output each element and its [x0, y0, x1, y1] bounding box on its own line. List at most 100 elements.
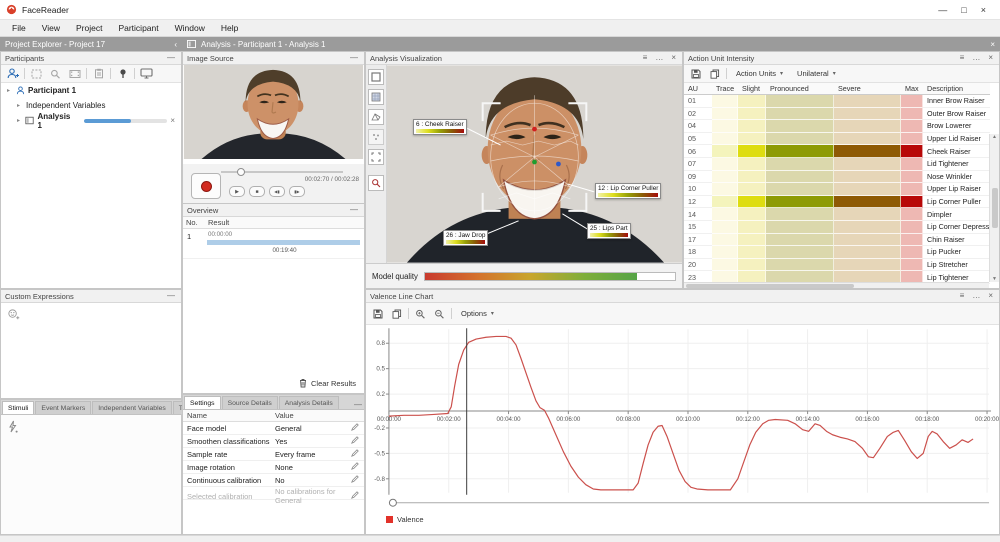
visualization-canvas[interactable]: 6 : Cheek Raiser 12 : Lip Corner Puller …: [387, 65, 682, 263]
step-back-button[interactable]: ◀▮: [269, 186, 285, 197]
window-close-button[interactable]: ×: [981, 5, 986, 15]
overview-minimize-button[interactable]: —: [348, 206, 360, 214]
annotation-jaw-drop[interactable]: 26 : Jaw Drop: [443, 230, 488, 246]
menu-item-window[interactable]: Window: [167, 21, 213, 35]
settings-row-2[interactable]: Sample rateEvery frame: [183, 448, 364, 461]
au-row-06[interactable]: 06Cheek Raiser: [684, 145, 990, 158]
mesh-view-button[interactable]: [368, 109, 384, 125]
find-participant-button[interactable]: [48, 67, 63, 81]
settings-row-0[interactable]: Face modelGeneral: [183, 422, 364, 435]
stop-button[interactable]: ■: [249, 186, 265, 197]
au-row-18[interactable]: 18Lip Pucker: [684, 246, 990, 259]
setting-edit[interactable]: [351, 436, 364, 446]
participants-minimize-button[interactable]: —: [165, 54, 177, 62]
unilateral-dropdown[interactable]: Unilateral▾: [792, 68, 841, 79]
annotation-lip-corner-puller[interactable]: 12 : Lip Corner Puller: [595, 183, 661, 199]
setting-edit[interactable]: [351, 449, 364, 459]
menu-item-help[interactable]: Help: [213, 21, 246, 35]
add-participant-button[interactable]: [5, 67, 20, 81]
au-vertical-scrollbar[interactable]: ▲ ▼: [989, 134, 999, 282]
window-minimize-button[interactable]: —: [938, 5, 947, 15]
video-source-button[interactable]: [67, 67, 82, 81]
tree-item-participant[interactable]: ▸ Participant 1: [1, 83, 181, 98]
scroll-thumb[interactable]: [992, 188, 998, 228]
overview-result-row[interactable]: 1 00:00:00 00:19:40: [183, 229, 364, 259]
image-source-minimize-button[interactable]: —: [348, 54, 360, 62]
menu-item-project[interactable]: Project: [68, 21, 110, 35]
setting-edit[interactable]: [351, 462, 364, 472]
visualization-more-button[interactable]: …: [653, 54, 665, 62]
visualization-menu-button[interactable]: ≡: [641, 54, 650, 62]
au-row-20[interactable]: 20Lip Stretcher: [684, 259, 990, 272]
au-row-14[interactable]: 14Dimpler: [684, 208, 990, 221]
edit-pencil-icon[interactable]: [351, 423, 359, 431]
au-row-04[interactable]: 04Brow Lowerer: [684, 120, 990, 133]
annotation-lips-part[interactable]: 25 : Lips Part: [587, 223, 631, 239]
zoom-out-button[interactable]: [432, 307, 447, 321]
au-row-09[interactable]: 09Nose Wrinkler: [684, 171, 990, 184]
crop-view-button[interactable]: [368, 149, 384, 165]
settings-row-1[interactable]: Smoothen classificationsYes: [183, 435, 364, 448]
batch-select-button[interactable]: [29, 67, 44, 81]
play-button[interactable]: ▶: [229, 186, 245, 197]
action-unit-more-button[interactable]: …: [970, 54, 982, 62]
au-row-15[interactable]: 15Lip Corner Depressor: [684, 221, 990, 234]
tab-analysis-details[interactable]: Analysis Details: [279, 396, 339, 409]
au-row-05[interactable]: 05Upper Lid Raiser: [684, 133, 990, 146]
au-row-17[interactable]: 17Chin Raiser: [684, 234, 990, 247]
record-button[interactable]: [191, 173, 221, 199]
settings-row-4[interactable]: Continuous calibrationNo: [183, 474, 364, 487]
au-row-07[interactable]: 07Lid Tightener: [684, 158, 990, 171]
tab-event-markers[interactable]: Event Markers: [35, 401, 91, 414]
valence-chart-close-button[interactable]: ×: [986, 292, 995, 300]
step-forward-button[interactable]: ▮▶: [289, 186, 305, 197]
action-unit-menu-button[interactable]: ≡: [958, 54, 967, 62]
valence-chart-more-button[interactable]: …: [970, 292, 982, 300]
au-horizontal-scrollbar[interactable]: [684, 282, 989, 288]
zoom-in-button[interactable]: [413, 307, 428, 321]
copy-button[interactable]: [707, 67, 722, 81]
visualization-close-button[interactable]: ×: [669, 54, 678, 62]
action-units-dropdown[interactable]: Action Units▾: [731, 68, 788, 79]
tree-item-independent-variables[interactable]: ▸ Independent Variables: [1, 98, 181, 113]
details-minimize-button[interactable]: —: [352, 401, 364, 409]
analysis-window-close-button[interactable]: ×: [990, 40, 995, 49]
seek-slider-handle[interactable]: [237, 168, 245, 176]
custom-expressions-minimize-button[interactable]: —: [165, 292, 177, 300]
scroll-thumb[interactable]: [686, 284, 854, 288]
setting-edit[interactable]: [351, 423, 364, 433]
au-row-01[interactable]: 01Inner Brow Raiser: [684, 95, 990, 108]
tree-item-analysis[interactable]: ▸ Analysis 1 ×: [1, 113, 181, 128]
expand-arrow-icon[interactable]: ▸: [17, 117, 22, 124]
collapse-panel-button[interactable]: ‹: [174, 40, 177, 49]
valence-chart-menu-button[interactable]: ≡: [958, 292, 967, 300]
edit-pencil-icon[interactable]: [351, 475, 359, 483]
analysis-close-button[interactable]: ×: [170, 116, 175, 125]
presentation-button[interactable]: [139, 67, 154, 81]
clear-results-button[interactable]: Clear Results: [299, 378, 356, 388]
annotation-cheek-raiser[interactable]: 6 : Cheek Raiser: [413, 119, 467, 135]
chart-scrubber-handle[interactable]: [389, 499, 396, 506]
tab-settings[interactable]: Settings: [184, 396, 221, 409]
tab-source-details[interactable]: Source Details: [222, 396, 278, 409]
tab-stimuli[interactable]: Stimuli: [2, 401, 34, 414]
setting-edit[interactable]: [351, 475, 364, 485]
pin-analysis-button[interactable]: [115, 67, 130, 81]
au-row-10[interactable]: 10Upper Lip Raiser: [684, 183, 990, 196]
expand-arrow-icon[interactable]: ▸: [7, 87, 13, 94]
settings-row-3[interactable]: Image rotationNone: [183, 461, 364, 474]
show-frame-button[interactable]: [368, 69, 384, 85]
zoom-view-button[interactable]: [368, 175, 384, 191]
expand-arrow-icon[interactable]: ▸: [17, 102, 23, 109]
save-button[interactable]: [688, 67, 703, 81]
menu-item-participant[interactable]: Participant: [110, 21, 166, 35]
tab-independent-variables[interactable]: Independent Variables: [92, 401, 172, 414]
scroll-up-icon[interactable]: ▲: [992, 134, 997, 140]
edit-pencil-icon[interactable]: [351, 491, 359, 499]
setting-edit[interactable]: [351, 491, 364, 501]
action-unit-close-button[interactable]: ×: [986, 54, 995, 62]
window-maximize-button[interactable]: □: [961, 5, 966, 15]
save-button[interactable]: [370, 307, 385, 321]
menu-item-file[interactable]: File: [4, 21, 34, 35]
au-row-02[interactable]: 02Outer Brow Raiser: [684, 108, 990, 121]
